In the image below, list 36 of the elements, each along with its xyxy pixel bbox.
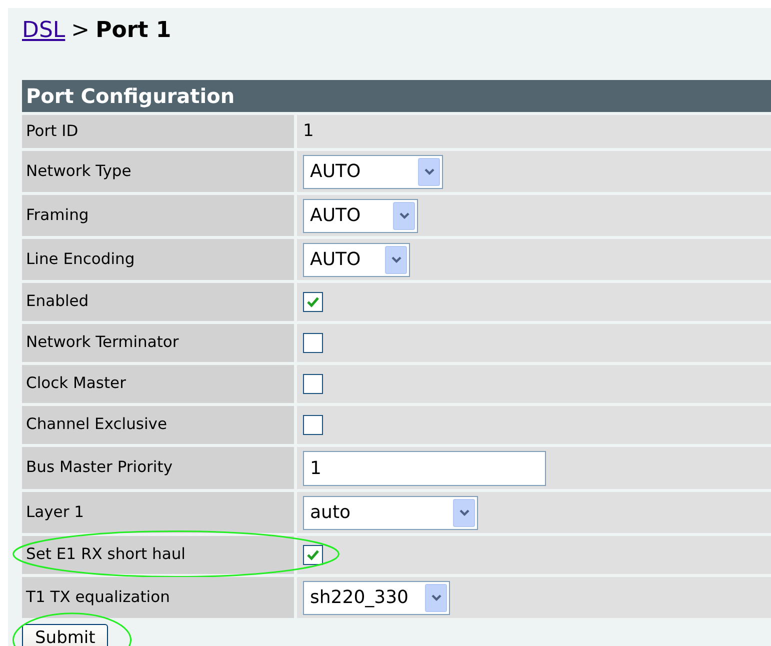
dropdown[interactable]: AUTO: [303, 198, 418, 232]
field-label: Framing: [22, 195, 294, 236]
port-id-value: 1: [303, 120, 314, 143]
check-icon: [306, 296, 320, 308]
field-label: Layer 1: [22, 492, 294, 533]
submit-button[interactable]: Submit: [22, 624, 108, 646]
page-title: Port 1: [96, 17, 172, 45]
field-label: Port ID: [22, 115, 294, 148]
section-header: Port Configuration: [22, 80, 771, 112]
field-label: Network Terminator: [22, 324, 294, 362]
field-label: Clock Master: [22, 365, 294, 403]
chevron-down-icon: [385, 246, 407, 274]
checkbox[interactable]: [303, 292, 323, 312]
field-label: Bus Master Priority: [22, 447, 294, 489]
field-label: T1 TX equalization: [22, 577, 294, 618]
field-label: Channel Exclusive: [22, 406, 294, 444]
checkbox[interactable]: [303, 545, 323, 565]
input-field[interactable]: 1: [303, 450, 546, 486]
field-label: Set E1 RX short haul: [22, 536, 294, 574]
chevron-down-icon: [418, 158, 440, 186]
chevron-down-icon: [393, 202, 415, 230]
chevron-down-icon: [425, 584, 447, 612]
dropdown[interactable]: AUTO: [303, 154, 443, 188]
checkbox[interactable]: [303, 415, 323, 435]
dropdown[interactable]: AUTO: [303, 242, 410, 276]
field-label: Network Type: [22, 151, 294, 192]
field-label: Enabled: [22, 283, 294, 321]
checkbox[interactable]: [303, 333, 323, 353]
breadcrumb-link[interactable]: DSL: [22, 14, 66, 47]
field-label: Line Encoding: [22, 239, 294, 280]
dropdown[interactable]: sh220_330: [303, 580, 450, 614]
check-icon: [306, 549, 320, 561]
dropdown[interactable]: auto: [303, 496, 478, 530]
chevron-down-icon: [453, 498, 475, 526]
breadcrumb-separator: >: [71, 17, 90, 45]
checkbox[interactable]: [303, 374, 323, 394]
